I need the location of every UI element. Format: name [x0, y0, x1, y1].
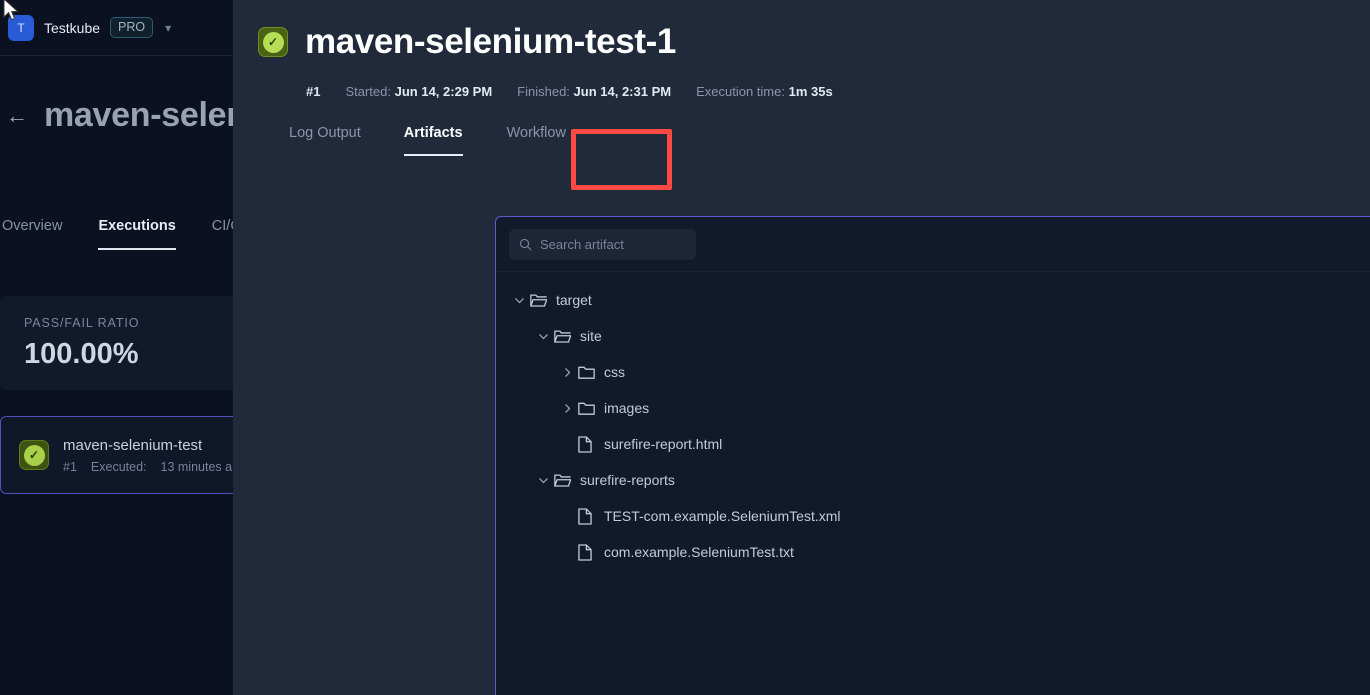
folder-open-icon: [554, 473, 580, 488]
drawer-tabs: Log Output Artifacts Workflow: [289, 125, 1370, 156]
tab-log-output[interactable]: Log Output: [289, 125, 361, 154]
execution-item-texts: maven-selenium-test #1 Executed: 13 minu…: [63, 437, 232, 474]
folder-name: site: [580, 328, 602, 344]
app-root: T Testkube PRO ▾ tes ← maven-selen Overv…: [0, 0, 1370, 695]
tree-row[interactable]: site: [496, 318, 1370, 354]
chevron-down-icon[interactable]: ▾: [165, 21, 171, 35]
org-name: Testkube: [44, 20, 100, 36]
execution-name: maven-selenium-test: [63, 437, 232, 454]
tree-row-label-group: site: [496, 328, 1370, 344]
artifact-search-row: Search artifact: [496, 217, 1370, 271]
execution-list-item[interactable]: ✓ maven-selenium-test #1 Executed: 13 mi…: [0, 416, 246, 494]
tree-row-label-group: surefire-report.html: [496, 436, 1370, 453]
tree-row-label-group: css: [496, 364, 1370, 380]
stat-label: PASS/FAIL RATIO: [24, 316, 246, 330]
started-label: Started:: [345, 84, 391, 99]
drawer-header: ✓ maven-selenium-test-1 #1 Started: Jun …: [233, 0, 1370, 156]
chevron-down-icon[interactable]: [508, 295, 530, 306]
arrow-left-icon[interactable]: ←: [6, 105, 28, 127]
file-icon: [578, 508, 604, 525]
folder-closed-icon: [578, 365, 604, 380]
tree-row[interactable]: com.example.SeleniumTest.txtTXT298 Bytes: [496, 534, 1370, 570]
stat-value: 100.00%: [24, 338, 246, 371]
search-placeholder: Search artifact: [540, 237, 624, 252]
executed-label: Executed:: [91, 460, 147, 474]
tree-row-label-group: com.example.SeleniumTest.txt: [496, 544, 1370, 561]
tab-executions[interactable]: Executions: [98, 218, 175, 250]
drawer-title-row: ✓ maven-selenium-test-1: [258, 22, 1370, 62]
pass-fail-ratio-card: PASS/FAIL RATIO 100.00%: [0, 296, 246, 390]
execution-number: #1: [306, 84, 320, 99]
execution-meta: #1 Executed: 13 minutes a: [63, 460, 232, 474]
drawer-title: maven-selenium-test-1: [305, 22, 676, 62]
tree-row[interactable]: images: [496, 390, 1370, 426]
chevron-right-icon[interactable]: [556, 403, 578, 414]
folder-name: css: [604, 364, 625, 380]
file-icon: [578, 436, 604, 453]
duration-value: 1m 35s: [789, 84, 833, 99]
execution-details-drawer: ✓ maven-selenium-test-1 #1 Started: Jun …: [233, 0, 1370, 695]
folder-name: target: [556, 292, 592, 308]
tree-row[interactable]: target: [496, 282, 1370, 318]
tree-row[interactable]: TEST-com.example.SeleniumTest.xmlXML13.7…: [496, 498, 1370, 534]
chevron-down-icon[interactable]: [532, 475, 554, 486]
background-tabs: Overview Executions CI/CD: [0, 218, 260, 250]
folder-closed-icon: [578, 401, 604, 416]
tree-row[interactable]: css: [496, 354, 1370, 390]
artifacts-panel: Search artifact target site css images suref…: [495, 216, 1370, 695]
tree-row[interactable]: surefire-report.htmlHTML4.74 KB: [496, 426, 1370, 462]
execution-meta-row: #1 Started: Jun 14, 2:29 PM Finished: Ju…: [306, 84, 1370, 99]
tab-artifacts[interactable]: Artifacts: [404, 125, 463, 156]
check-circle-icon: ✓: [19, 440, 49, 470]
folder-open-icon: [530, 293, 556, 308]
folder-name: images: [604, 400, 649, 416]
tree-row-label-group: surefire-reports: [496, 472, 1370, 488]
duration-meta: Execution time: 1m 35s: [696, 84, 833, 99]
tab-workflow[interactable]: Workflow: [507, 125, 566, 154]
page-title: maven-selen: [44, 96, 247, 135]
check-circle-icon: ✓: [258, 27, 288, 57]
finished-value: Jun 14, 2:31 PM: [574, 84, 672, 99]
started-value: Jun 14, 2:29 PM: [395, 84, 493, 99]
folder-open-icon: [554, 329, 580, 344]
chevron-right-icon[interactable]: [556, 367, 578, 378]
artifact-tree: target site css images surefire-report.htmlH…: [496, 272, 1370, 570]
mouse-cursor-icon: [2, 0, 20, 24]
duration-label: Execution time:: [696, 84, 785, 99]
tab-overview[interactable]: Overview: [2, 218, 62, 248]
chevron-down-icon[interactable]: [532, 331, 554, 342]
tree-row-label-group: TEST-com.example.SeleniumTest.xml: [496, 508, 1370, 525]
execution-number: #1: [63, 460, 77, 474]
executed-value: 13 minutes a: [161, 460, 233, 474]
tree-row-label-group: images: [496, 400, 1370, 416]
file-icon: [578, 544, 604, 561]
finished-meta: Finished: Jun 14, 2:31 PM: [517, 84, 671, 99]
started-meta: Started: Jun 14, 2:29 PM: [345, 84, 492, 99]
tree-row[interactable]: surefire-reports: [496, 462, 1370, 498]
file-name: TEST-com.example.SeleniumTest.xml: [604, 508, 841, 524]
folder-name: surefire-reports: [580, 472, 675, 488]
finished-label: Finished:: [517, 84, 570, 99]
search-icon: [519, 238, 532, 251]
plan-badge: PRO: [110, 17, 153, 38]
search-artifact-input[interactable]: Search artifact: [509, 229, 696, 260]
tree-row-label-group: target: [496, 292, 1370, 308]
file-name: com.example.SeleniumTest.txt: [604, 544, 794, 560]
file-name: surefire-report.html: [604, 436, 722, 452]
